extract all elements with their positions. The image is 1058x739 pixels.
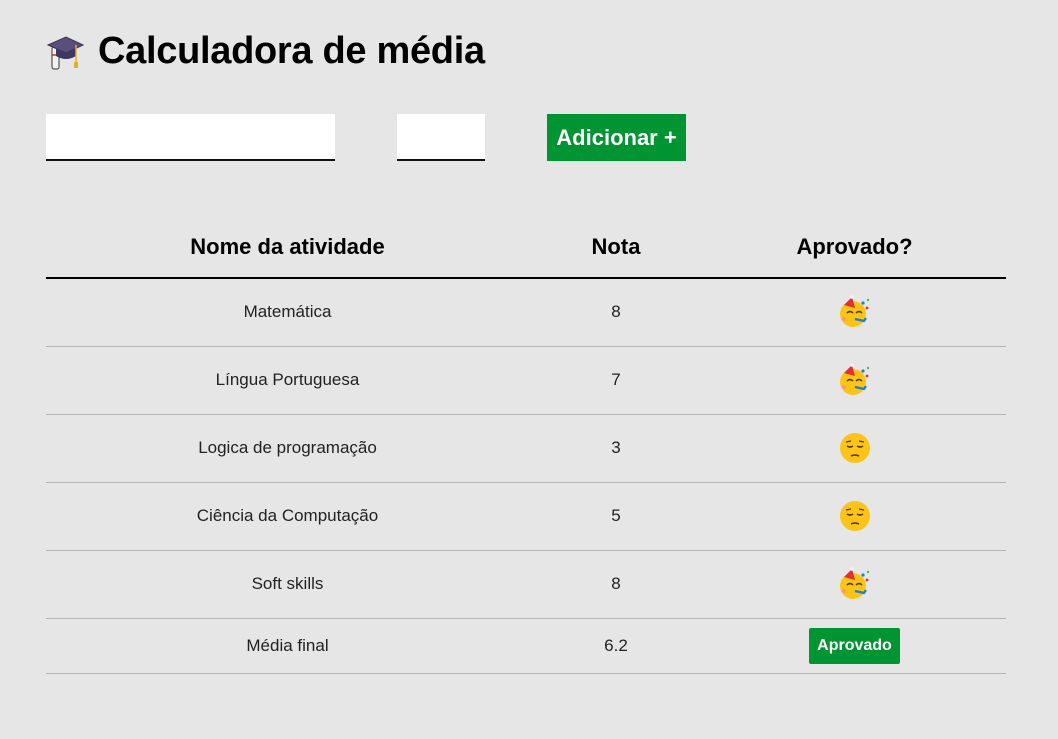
- add-activity-form: Adicionar +: [46, 114, 686, 161]
- activity-status: [703, 550, 1006, 619]
- status-badge: Aprovado: [809, 627, 900, 664]
- activity-name-input[interactable]: [46, 114, 335, 161]
- table-row: Soft skills 8: [46, 550, 1006, 619]
- activity-grade: 5: [529, 482, 703, 551]
- party-face-icon: [839, 567, 869, 599]
- table-row: Matemática 8: [46, 278, 1006, 347]
- pensive-face-icon: [839, 433, 870, 463]
- activity-name: Língua Portuguesa: [46, 346, 529, 415]
- activity-grade: 7: [529, 346, 703, 415]
- grade-input[interactable]: [397, 114, 485, 161]
- add-button[interactable]: Adicionar +: [547, 114, 686, 161]
- page-title: Calculadora de média: [98, 29, 485, 72]
- table-row: Ciência da Computação 5: [46, 482, 1006, 551]
- activity-name: Matemática: [46, 278, 529, 347]
- header-approved: Aprovado?: [703, 216, 1006, 279]
- activity-name: Soft skills: [46, 550, 529, 619]
- header-grade: Nota: [529, 216, 703, 279]
- table-row: Língua Portuguesa 7: [46, 346, 1006, 415]
- activity-grade: 8: [529, 550, 703, 619]
- activity-grade: 3: [529, 414, 703, 483]
- activity-grade: 8: [529, 278, 703, 347]
- page: Calculadora de média Adicionar + Nome da…: [0, 0, 1058, 739]
- activity-status: [703, 482, 1006, 551]
- table-row: Logica de programação 3: [46, 414, 1006, 483]
- pensive-face-icon: [839, 501, 870, 531]
- activity-status: [703, 346, 1006, 415]
- final-average-label: Média final: [46, 618, 529, 674]
- table-header-row: Nome da atividade Nota Aprovado?: [46, 216, 1006, 279]
- party-face-icon: [839, 363, 869, 395]
- grades-table: Nome da atividade Nota Aprovado? Matemát…: [46, 216, 1006, 674]
- final-average-value: 6.2: [529, 618, 703, 674]
- final-average-row: Média final 6.2 Aprovado: [46, 618, 1006, 674]
- header-activity-name: Nome da atividade: [46, 216, 529, 279]
- header: Calculadora de média: [46, 28, 485, 74]
- activity-name: Ciência da Computação: [46, 482, 529, 551]
- graduation-cap-icon: [46, 36, 84, 70]
- activity-status: [703, 278, 1006, 347]
- final-status-cell: Aprovado: [703, 618, 1006, 674]
- party-face-icon: [839, 295, 869, 328]
- activity-status: [703, 414, 1006, 483]
- activity-name: Logica de programação: [46, 414, 529, 483]
